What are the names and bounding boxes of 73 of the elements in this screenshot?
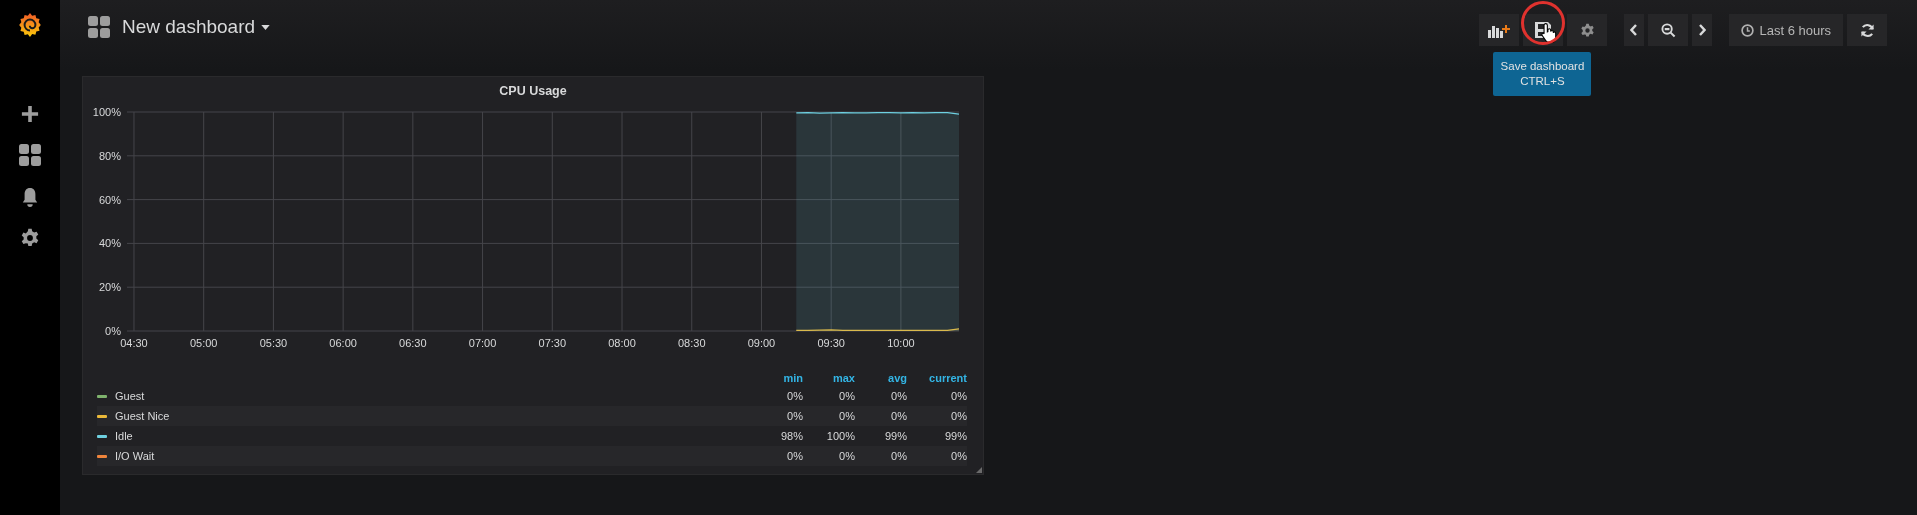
dashboard-grid-icon xyxy=(88,16,110,38)
legend-column-header[interactable]: avg xyxy=(855,372,907,384)
y-axis-label: 40% xyxy=(98,237,121,250)
tooltip-shortcut: CTRL+S xyxy=(1520,73,1565,89)
legend-value: 0% xyxy=(890,450,907,462)
dashboards-icon[interactable] xyxy=(19,144,41,166)
legend-value: 100% xyxy=(825,430,855,442)
refresh-icon xyxy=(1859,22,1875,38)
clock-icon xyxy=(1741,23,1755,37)
series-name[interactable]: Guest Nice xyxy=(115,410,170,422)
bar-chart-plus-icon xyxy=(1488,22,1511,38)
x-axis-label: 09:30 xyxy=(817,337,845,349)
x-axis-label: 06:30 xyxy=(399,337,427,349)
legend-value: 0% xyxy=(838,450,855,462)
legend-column-header[interactable]: max xyxy=(803,372,855,384)
settings-button[interactable] xyxy=(1567,14,1608,46)
time-range-button[interactable]: Last 6 hours xyxy=(1729,14,1843,46)
legend-value: 99% xyxy=(943,430,967,442)
legend-value: 99% xyxy=(883,430,907,442)
legend-value: 0% xyxy=(950,390,967,402)
hand-cursor-icon xyxy=(1540,22,1559,44)
legend-value: 0% xyxy=(950,410,967,422)
legend-value: 0% xyxy=(786,390,803,402)
x-axis-label: 10:00 xyxy=(887,337,915,349)
forward-button[interactable] xyxy=(1692,14,1713,46)
x-axis-label: 04:30 xyxy=(120,337,148,349)
series-name[interactable]: I/O Wait xyxy=(115,450,155,462)
zoom-out-button[interactable] xyxy=(1648,14,1689,46)
legend-value: 0% xyxy=(890,410,907,422)
x-axis-label: 06:00 xyxy=(329,337,357,349)
x-axis-label: 08:00 xyxy=(608,337,636,349)
plus-icon[interactable] xyxy=(21,105,39,123)
legend-column-header[interactable]: min xyxy=(751,372,803,384)
add-panel-button[interactable] xyxy=(1479,14,1520,46)
legend-value: 0% xyxy=(950,450,967,462)
legend-value: 0% xyxy=(786,450,803,462)
tooltip-title: Save dashboard xyxy=(1500,59,1585,74)
y-axis-label: 60% xyxy=(98,193,121,206)
x-axis-label: 05:00 xyxy=(189,337,218,349)
back-button[interactable] xyxy=(1624,14,1645,46)
x-axis-label: 05:30 xyxy=(259,337,288,349)
legend-value: 98% xyxy=(779,430,803,442)
x-axis-label: 07:00 xyxy=(468,337,497,349)
y-axis-label: 20% xyxy=(98,281,121,294)
y-axis-label: 0% xyxy=(105,325,121,337)
series-name[interactable]: Idle xyxy=(115,430,133,442)
x-axis-label: 08:30 xyxy=(677,337,706,349)
y-axis-label: 100% xyxy=(92,106,121,118)
legend-value: 0% xyxy=(838,410,855,422)
x-axis-label: 07:30 xyxy=(538,337,567,349)
bell-icon[interactable] xyxy=(21,187,39,207)
caret-icon xyxy=(261,24,271,30)
settings-icon xyxy=(1579,22,1595,38)
resize-handle-icon[interactable] xyxy=(976,467,982,473)
legend-column-header[interactable]: current xyxy=(907,372,967,384)
series-swatch[interactable] xyxy=(97,414,107,418)
series-swatch[interactable] xyxy=(97,394,107,398)
y-axis-label: 80% xyxy=(98,149,121,162)
chevron-left-icon xyxy=(1630,24,1639,36)
x-axis-label: 09:00 xyxy=(747,337,776,349)
settings-icon[interactable] xyxy=(20,228,40,248)
series-name[interactable]: Guest xyxy=(115,390,145,402)
logo-icon[interactable] xyxy=(17,12,43,38)
series-swatch[interactable] xyxy=(97,434,107,438)
series-swatch[interactable] xyxy=(97,454,107,458)
panel-title[interactable]: CPU Usage xyxy=(83,77,983,100)
zoom-out-icon xyxy=(1660,22,1676,38)
refresh-button[interactable] xyxy=(1847,14,1887,46)
chevron-right-icon xyxy=(1698,24,1707,36)
legend-value: 0% xyxy=(838,390,855,402)
legend-value: 0% xyxy=(890,390,907,402)
dashboard-title[interactable]: New dashboard xyxy=(122,16,271,38)
legend-value: 0% xyxy=(786,410,803,422)
